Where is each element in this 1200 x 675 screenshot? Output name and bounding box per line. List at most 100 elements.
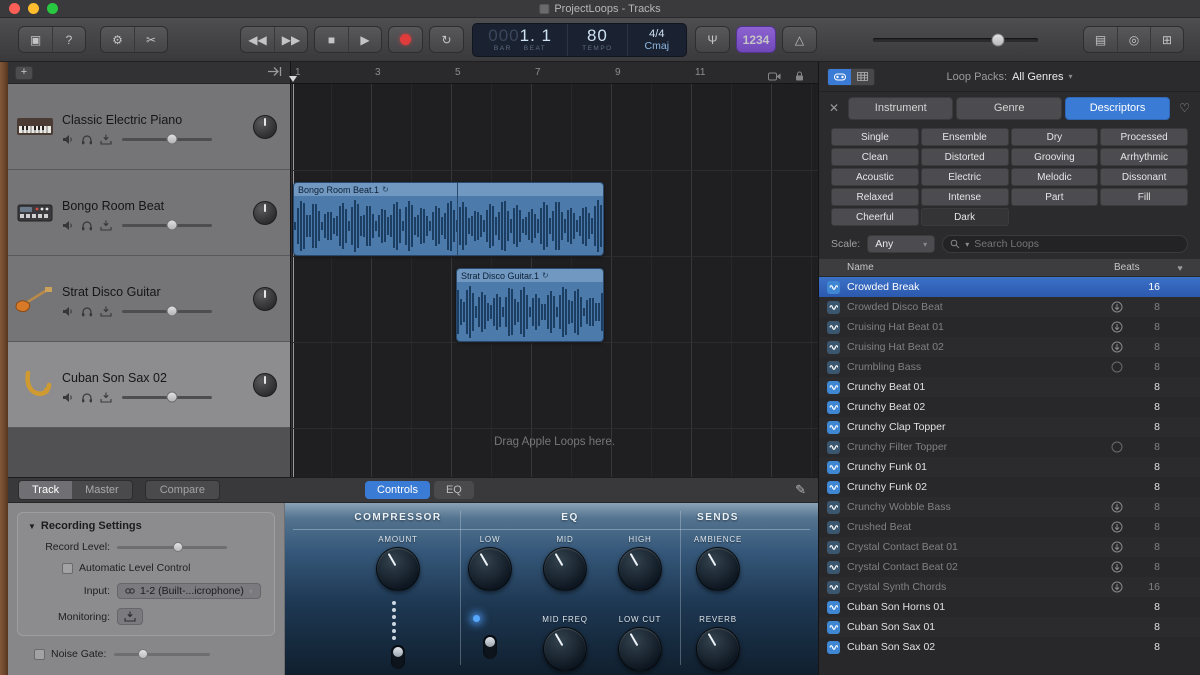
download-icon[interactable] bbox=[1108, 341, 1126, 353]
loop-row[interactable]: Crunchy Funk 028 bbox=[819, 477, 1200, 497]
descriptor-part[interactable]: Part bbox=[1011, 188, 1099, 206]
lcd-display[interactable]: 0001. 1 BARBEAT 80 TEMPO 4/4 Cmaj bbox=[472, 23, 687, 57]
media-browser-icon[interactable]: ⊞ bbox=[1150, 27, 1183, 52]
track-row[interactable]: Classic Electric Piano bbox=[8, 84, 290, 170]
close-window-button[interactable] bbox=[9, 3, 20, 14]
low-cut-knob[interactable] bbox=[618, 627, 662, 671]
eq-toggle[interactable] bbox=[483, 635, 497, 659]
compare-button[interactable]: Compare bbox=[145, 480, 220, 500]
download-icon[interactable] bbox=[1108, 541, 1126, 553]
mid-freq-knob[interactable] bbox=[543, 627, 587, 671]
descriptor-processed[interactable]: Processed bbox=[1100, 128, 1188, 146]
download-icon[interactable] bbox=[1108, 521, 1126, 533]
stop-button[interactable]: ■ bbox=[315, 27, 348, 52]
descriptor-melodic[interactable]: Melodic bbox=[1011, 168, 1099, 186]
input-monitor-icon[interactable] bbox=[100, 306, 112, 317]
pan-knob[interactable] bbox=[253, 373, 277, 397]
tab-instrument[interactable]: Instrument bbox=[848, 97, 953, 120]
reverb-knob[interactable] bbox=[696, 627, 740, 671]
add-track-button[interactable]: + bbox=[15, 66, 33, 80]
track-volume-slider[interactable] bbox=[122, 396, 212, 399]
track-volume-slider[interactable] bbox=[122, 310, 212, 313]
ambience-knob[interactable] bbox=[696, 547, 740, 591]
minimize-window-button[interactable] bbox=[28, 3, 39, 14]
forward-button[interactable]: ▶▶ bbox=[274, 27, 307, 52]
mute-icon[interactable] bbox=[62, 220, 74, 231]
track-volume-slider[interactable] bbox=[122, 138, 212, 141]
loop-row[interactable]: Crystal Contact Beat 028 bbox=[819, 557, 1200, 577]
descriptor-intense[interactable]: Intense bbox=[921, 188, 1009, 206]
tab-genre[interactable]: Genre bbox=[956, 97, 1061, 120]
input-dropdown[interactable]: 1-2 (Built-...icrophone) ▾ bbox=[117, 583, 261, 599]
descriptor-dissonant[interactable]: Dissonant bbox=[1100, 168, 1188, 186]
loop-row[interactable]: Cuban Son Horns 018 bbox=[819, 597, 1200, 617]
descriptor-electric[interactable]: Electric bbox=[921, 168, 1009, 186]
track-volume-slider[interactable] bbox=[122, 224, 212, 227]
record-button[interactable] bbox=[389, 27, 422, 52]
tab-controls[interactable]: Controls bbox=[365, 481, 430, 499]
input-monitor-icon[interactable] bbox=[100, 392, 112, 403]
loops-view-button[interactable] bbox=[828, 69, 851, 85]
pan-knob[interactable] bbox=[253, 201, 277, 225]
loop-row[interactable]: Crowded Break16 bbox=[819, 277, 1200, 297]
tuner-icon[interactable]: Ψ bbox=[696, 27, 729, 52]
pan-knob[interactable] bbox=[253, 115, 277, 139]
loop-row[interactable]: Crushed Beat8 bbox=[819, 517, 1200, 537]
loop-packs-dropdown[interactable]: Loop Packs: All Genres ▾ bbox=[947, 71, 1073, 83]
pencil-icon[interactable]: ✎ bbox=[795, 482, 806, 498]
compressor-toggle[interactable] bbox=[391, 645, 405, 669]
ruler[interactable]: 1357911 bbox=[291, 62, 818, 84]
download-icon[interactable] bbox=[1108, 561, 1126, 573]
search-input[interactable] bbox=[974, 238, 1180, 250]
noise-gate-slider[interactable] bbox=[114, 653, 210, 656]
solo-icon[interactable] bbox=[81, 392, 93, 403]
solo-icon[interactable] bbox=[81, 134, 93, 145]
tab-master[interactable]: Master bbox=[72, 481, 132, 499]
descriptor-clean[interactable]: Clean bbox=[831, 148, 919, 166]
mute-icon[interactable] bbox=[62, 134, 74, 145]
zoom-window-button[interactable] bbox=[47, 3, 58, 14]
track-row[interactable]: Cuban Son Sax 02 bbox=[8, 342, 290, 428]
tab-eq[interactable]: EQ bbox=[434, 481, 474, 499]
download-icon[interactable] bbox=[1108, 581, 1126, 593]
descriptor-arrhythmic[interactable]: Arrhythmic bbox=[1100, 148, 1188, 166]
descriptor-dark[interactable]: Dark bbox=[921, 208, 1009, 226]
scissors-icon[interactable]: ✂ bbox=[134, 27, 167, 52]
loop-row[interactable]: Crunchy Wobble Bass8 bbox=[819, 497, 1200, 517]
mute-icon[interactable] bbox=[62, 306, 74, 317]
track-row[interactable]: Bongo Room Beat bbox=[8, 170, 290, 256]
loop-list-header[interactable]: Name Beats ♥ bbox=[819, 258, 1200, 277]
descriptor-dry[interactable]: Dry bbox=[1011, 128, 1099, 146]
auto-level-checkbox[interactable] bbox=[62, 563, 73, 574]
noise-gate-checkbox[interactable] bbox=[34, 649, 45, 660]
tab-descriptors[interactable]: Descriptors bbox=[1065, 97, 1170, 120]
disclosure-triangle-icon[interactable]: ▼ bbox=[28, 522, 36, 531]
mute-icon[interactable] bbox=[62, 392, 74, 403]
descriptor-grooving[interactable]: Grooving bbox=[1011, 148, 1099, 166]
amount-knob[interactable] bbox=[376, 547, 420, 591]
descriptor-cheerful[interactable]: Cheerful bbox=[831, 208, 919, 226]
favorites-heart-icon[interactable]: ♡ bbox=[1179, 101, 1190, 115]
help-icon[interactable]: ? bbox=[52, 27, 85, 52]
track-row[interactable]: Strat Disco Guitar bbox=[8, 256, 290, 342]
track-filter-icon[interactable] bbox=[267, 64, 283, 82]
descriptor-single[interactable]: Single bbox=[831, 128, 919, 146]
loop-row[interactable]: Crunchy Funk 018 bbox=[819, 457, 1200, 477]
input-monitor-icon[interactable] bbox=[100, 220, 112, 231]
high-knob[interactable] bbox=[618, 547, 662, 591]
loop-row[interactable]: Crunchy Clap Topper8 bbox=[819, 417, 1200, 437]
loop-row[interactable]: Cuban Son Sax 018 bbox=[819, 617, 1200, 637]
play-button[interactable]: ▶ bbox=[348, 27, 381, 52]
settings-gear-icon[interactable]: ⚙ bbox=[101, 27, 134, 52]
grid-view-button[interactable] bbox=[851, 69, 874, 85]
record-level-slider[interactable] bbox=[117, 546, 227, 549]
loop-browser-icon[interactable]: ◎ bbox=[1117, 27, 1150, 52]
mid-knob[interactable] bbox=[543, 547, 587, 591]
loop-row[interactable]: Crowded Disco Beat8 bbox=[819, 297, 1200, 317]
scale-dropdown[interactable]: Any ▾ bbox=[867, 235, 935, 253]
close-icon[interactable]: ✕ bbox=[829, 101, 839, 115]
monitoring-button[interactable] bbox=[117, 608, 143, 625]
metronome-icon[interactable]: △ bbox=[783, 27, 816, 52]
descriptor-fill[interactable]: Fill bbox=[1100, 188, 1188, 206]
loop-row[interactable]: Cruising Hat Beat 028 bbox=[819, 337, 1200, 357]
